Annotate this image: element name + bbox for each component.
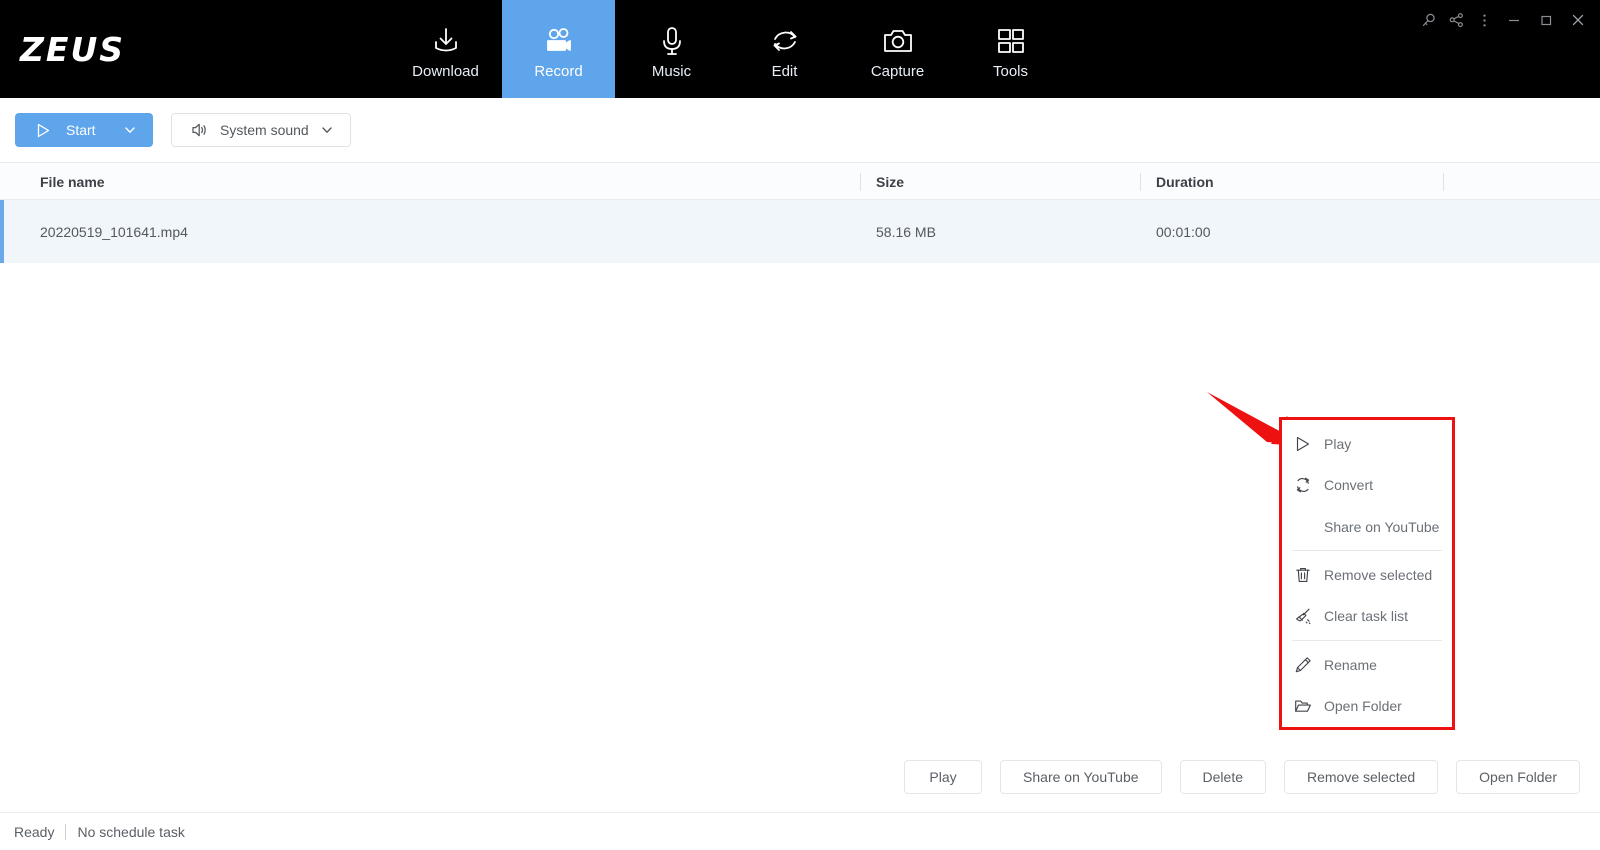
- zeus-app-window: ZEUS Download Record Music Edit Capture …: [0, 0, 1600, 850]
- nav-tab-label: Edit: [771, 62, 798, 80]
- play-icon: [1282, 435, 1324, 453]
- app-logo: ZEUS: [20, 29, 126, 69]
- start-button-label: Start: [66, 122, 96, 138]
- window-controls: [1414, 0, 1600, 40]
- row-selection-indicator: [0, 200, 4, 263]
- table-row[interactable]: 20220519_101641.mp4 58.16 MB 00:01:00: [0, 200, 1600, 263]
- system-sound-label: System sound: [220, 122, 309, 138]
- action-toolbar: Start System sound: [0, 98, 1600, 162]
- nav-tab-record[interactable]: Record: [502, 0, 615, 98]
- nav-tab-label: Tools: [992, 62, 1029, 80]
- trash-icon: [1282, 566, 1324, 584]
- play-icon: [35, 122, 52, 139]
- main-nav-tabs: Download Record Music Edit Capture Tools: [389, 0, 1067, 98]
- convert-refresh-icon: [1282, 476, 1324, 494]
- status-schedule: No schedule task: [77, 823, 185, 840]
- context-menu: Play Convert Share on YouTube Remove sel…: [1282, 420, 1452, 727]
- maximize-icon[interactable]: [1530, 5, 1562, 35]
- nav-tab-edit[interactable]: Edit: [728, 0, 841, 98]
- nav-tab-label: Record: [534, 62, 583, 80]
- menu-item-label: Share on YouTube: [1324, 518, 1440, 535]
- folder-icon: [1282, 697, 1324, 715]
- status-divider: [65, 823, 67, 840]
- menu-item-label: Remove selected: [1324, 567, 1433, 584]
- menu-item-label: Rename: [1324, 656, 1377, 673]
- menu-item-label: Clear task list: [1324, 608, 1409, 625]
- speaker-icon: [190, 121, 208, 139]
- nav-tab-music[interactable]: Music: [615, 0, 728, 98]
- nav-tab-label: Download: [412, 62, 479, 80]
- chevron-down-icon[interactable]: [123, 123, 137, 137]
- chevron-down-icon[interactable]: [320, 123, 334, 137]
- key-icon[interactable]: [1414, 5, 1442, 35]
- download-icon: [428, 19, 464, 59]
- status-bar: Ready No schedule task: [0, 812, 1600, 850]
- cell-size: 58.16 MB: [876, 223, 936, 240]
- menu-item-play[interactable]: Play: [1282, 423, 1452, 464]
- table-header-row: File name Size Duration: [0, 162, 1600, 200]
- bottom-action-bar: Play Share on YouTube Delete Remove sele…: [0, 742, 1600, 812]
- menu-item-rename[interactable]: Rename: [1282, 644, 1452, 685]
- remove-selected-button[interactable]: Remove selected: [1284, 760, 1439, 794]
- share-icon[interactable]: [1442, 5, 1470, 35]
- video-camera-icon: [541, 19, 577, 59]
- open-folder-button[interactable]: Open Folder: [1456, 760, 1580, 794]
- column-divider[interactable]: [1443, 173, 1444, 191]
- play-button[interactable]: Play: [904, 760, 983, 794]
- title-bar: ZEUS Download Record Music Edit Capture …: [0, 0, 1600, 98]
- nav-tab-tools[interactable]: Tools: [954, 0, 1067, 98]
- nav-tab-label: Capture: [870, 62, 925, 80]
- menu-separator: [1292, 640, 1442, 642]
- column-header-size[interactable]: Size: [876, 163, 904, 201]
- nav-tab-label: Music: [651, 62, 692, 80]
- column-header-duration[interactable]: Duration: [1156, 163, 1214, 201]
- camera-icon: [880, 19, 916, 59]
- broom-icon: [1282, 607, 1324, 625]
- microphone-icon: [654, 19, 690, 59]
- column-divider[interactable]: [1140, 173, 1141, 191]
- status-state: Ready: [14, 823, 55, 840]
- menu-item-open-folder[interactable]: Open Folder: [1282, 686, 1452, 727]
- nav-tab-capture[interactable]: Capture: [841, 0, 954, 98]
- menu-item-convert[interactable]: Convert: [1282, 464, 1452, 505]
- system-sound-selector[interactable]: System sound: [171, 113, 351, 147]
- close-icon[interactable]: [1562, 5, 1594, 35]
- share-on-youtube-button[interactable]: Share on YouTube: [1000, 760, 1162, 794]
- menu-item-label: Open Folder: [1324, 698, 1402, 715]
- grid-squares-icon: [993, 19, 1029, 59]
- menu-item-label: Play: [1324, 435, 1352, 452]
- cell-file-name: 20220519_101641.mp4: [40, 223, 188, 240]
- menu-item-clear-task-list[interactable]: Clear task list: [1282, 596, 1452, 637]
- cell-duration: 00:01:00: [1156, 223, 1211, 240]
- delete-button[interactable]: Delete: [1179, 760, 1266, 794]
- pencil-icon: [1282, 656, 1324, 674]
- task-list-area: File name Size Duration 20220519_101641.…: [0, 162, 1600, 742]
- nav-tab-download[interactable]: Download: [389, 0, 502, 98]
- menu-separator: [1292, 550, 1442, 552]
- refresh-circle-icon: [767, 19, 803, 59]
- context-menu-highlight-box: Play Convert Share on YouTube Remove sel…: [1279, 417, 1455, 730]
- menu-item-share-on-youtube[interactable]: Share on YouTube: [1282, 506, 1452, 547]
- more-menu-icon[interactable]: [1470, 5, 1498, 35]
- column-header-file-name[interactable]: File name: [40, 163, 105, 201]
- minimize-icon[interactable]: [1498, 5, 1530, 35]
- column-divider[interactable]: [860, 173, 861, 191]
- menu-item-remove-selected[interactable]: Remove selected: [1282, 554, 1452, 595]
- menu-item-label: Convert: [1324, 477, 1374, 494]
- start-button[interactable]: Start: [15, 113, 153, 147]
